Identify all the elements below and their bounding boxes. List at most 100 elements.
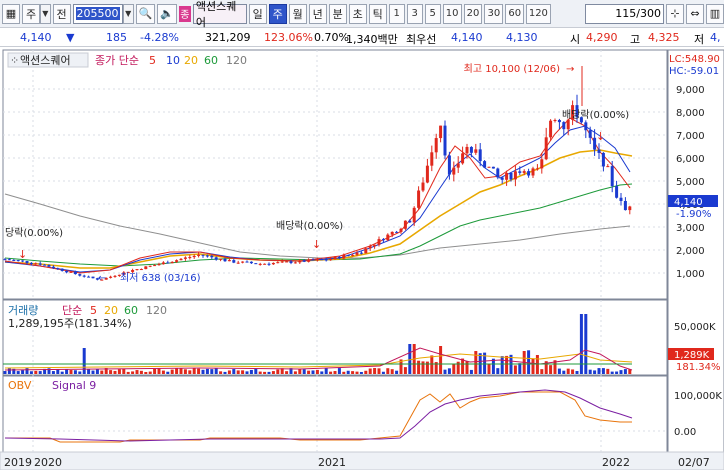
volume-label: 거래량 [8, 304, 38, 317]
turnover: 0.70% [314, 31, 349, 44]
x-label-2022: 2022 [602, 456, 630, 469]
stock-chart-area[interactable]: 9,000 8,000 7,000 6,000 5,000 4,000 3,00… [0, 48, 724, 471]
search-icon[interactable]: 🔍 [135, 3, 156, 24]
y-tick-7000: 7,000 [676, 131, 705, 142]
market-label: 주 [25, 7, 37, 21]
dividend-arrow-icon-2: ↓ [596, 130, 605, 143]
volume-value: 1,289,195주(181.34%) [8, 317, 132, 330]
y-tick-8000: 8,000 [676, 108, 705, 119]
interval-3[interactable]: 3 [406, 3, 423, 24]
y-tick-6000: 6,000 [676, 154, 705, 165]
dividend-annotation-3: 당락(0.00%) [5, 227, 63, 239]
open-label: 시 [570, 33, 581, 46]
quote-bar: 4,140 ▼ 185 -4.28% 321,209 123.06% 0.70%… [0, 29, 724, 47]
ma-legend-5: 5 [149, 54, 156, 67]
interval-30[interactable]: 30 [484, 3, 504, 24]
market-select[interactable]: 주 [22, 3, 40, 24]
lc-label: LC:548.90 [669, 54, 720, 65]
interval-1[interactable]: 1 [388, 3, 405, 24]
period-year[interactable]: 년 [308, 3, 327, 24]
ma-legend-20: 20 [184, 54, 198, 67]
best-label: 최우선 [406, 33, 437, 46]
best-ask: 4,140 [451, 31, 483, 44]
high-price: 4,325 [648, 31, 680, 44]
speaker-icon[interactable]: 🔈 [157, 3, 177, 24]
best-bid: 4,130 [506, 31, 538, 44]
dividend-arrow-icon-1: ↓ [312, 238, 321, 251]
stock-code-value: 205500 [75, 7, 120, 20]
x-label-2020: 2020 [34, 456, 62, 469]
price-change-pct: -4.28% [140, 31, 179, 44]
volume-ma-5: 5 [90, 304, 97, 317]
page-count-input[interactable]: 115/300 [584, 3, 664, 24]
settings-grid-icon[interactable]: ▦ [2, 3, 20, 24]
type-select[interactable]: 전 [52, 3, 71, 24]
volume-y-tick: 50,000K [674, 322, 716, 333]
ma-legend-label: 종가 단순 [95, 54, 139, 67]
chart-canvas[interactable]: 9,000 8,000 7,000 6,000 5,000 4,000 3,00… [0, 48, 724, 471]
ma-legend-10: 10 [166, 54, 180, 67]
obv-signal-label: Signal 9 [52, 379, 96, 392]
y-tick-1000: 1,000 [676, 269, 705, 280]
layout-icon[interactable]: ▥ [706, 3, 724, 24]
stock-badge: 종 [178, 5, 191, 22]
y-tick-5000: 5,000 [676, 177, 705, 188]
volume: 321,209 [205, 31, 251, 44]
chart-toolbar: ▦ 주 ▼ 전 205500 ▼ 🔍 🔈 종 액션스퀘어 일 주 월 년 분 초… [0, 0, 724, 29]
volume-ma-label: 단순 [62, 304, 82, 317]
crosshair-icon[interactable]: ⊹ [666, 3, 684, 24]
x-label-2019: 2019 [4, 456, 32, 469]
stock-name-tag-text: 액션스퀘어 [20, 54, 71, 67]
dividend-annotation-1: 배당락(0.00%) [276, 220, 343, 232]
zoom-fit-icon[interactable]: ⇔ [686, 3, 704, 24]
x-label-date: 02/07 [678, 456, 710, 469]
market-dropdown-icon[interactable]: ▼ [40, 3, 51, 24]
interval-5[interactable]: 5 [424, 3, 441, 24]
tag-dots-icon: ⁘ [10, 54, 19, 67]
type-label: 전 [56, 7, 67, 21]
interval-20[interactable]: 20 [463, 3, 483, 24]
y-tick-9000: 9,000 [676, 85, 705, 96]
y-tick-3000: 3,000 [676, 223, 705, 234]
period-minute[interactable]: 분 [328, 3, 347, 24]
stock-code-input[interactable]: 205500 [72, 3, 123, 24]
volume-last-pct: 181.34% [676, 362, 721, 373]
open-price: 4,290 [586, 31, 618, 44]
interval-120[interactable]: 120 [526, 3, 551, 24]
last-change-label: -1.90% [676, 209, 711, 220]
current-price: 4,140 [20, 31, 52, 44]
period-month[interactable]: 월 [288, 3, 307, 24]
period-week[interactable]: 주 [268, 3, 287, 24]
low-label: 저 [694, 33, 705, 46]
volume-last-value: 1,289K [674, 350, 710, 361]
stock-name: 액션스퀘어 [195, 0, 237, 29]
dividend-annotation-2: 배당락(0.00%) [562, 109, 629, 121]
price-y-ticks: 9,000 8,000 7,000 6,000 5,000 4,000 3,00… [676, 85, 705, 280]
price-panel[interactable] [2, 49, 668, 300]
hc-label: HC:-59.01 [669, 66, 719, 77]
high-label: 고 [630, 33, 641, 46]
period-tick[interactable]: 틱 [368, 3, 387, 24]
interval-60[interactable]: 60 [505, 3, 525, 24]
interval-10[interactable]: 10 [442, 3, 462, 24]
low-annotation: 최저 638 (03/16) [120, 272, 201, 284]
dividend-arrow-icon-3: ↓ [18, 248, 27, 261]
last-price-label: 4,140 [674, 197, 703, 208]
period-second[interactable]: 초 [348, 3, 367, 24]
volume-ma-60: 60 [124, 304, 138, 317]
code-dropdown-icon[interactable]: ▼ [122, 3, 134, 24]
obv-y-tick-0: 0.00 [674, 427, 696, 438]
page-count: 115 [615, 7, 637, 20]
period-day[interactable]: 일 [248, 3, 267, 24]
high-annotation: 최고 10,100 (12/06) [464, 63, 560, 75]
down-triangle-icon: ▼ [66, 31, 75, 44]
high-arrow-icon: → [566, 64, 574, 75]
ma-legend-120: 120 [226, 54, 247, 67]
x-label-2021: 2021 [318, 456, 346, 469]
ma-legend-60: 60 [204, 54, 218, 67]
low-price: 4, [710, 31, 721, 44]
volume-ma-120: 120 [146, 304, 167, 317]
trade-amount: 1,340백만 [346, 33, 398, 46]
obv-label: OBV [8, 379, 32, 392]
volume-ratio: 123.06% [264, 31, 313, 44]
